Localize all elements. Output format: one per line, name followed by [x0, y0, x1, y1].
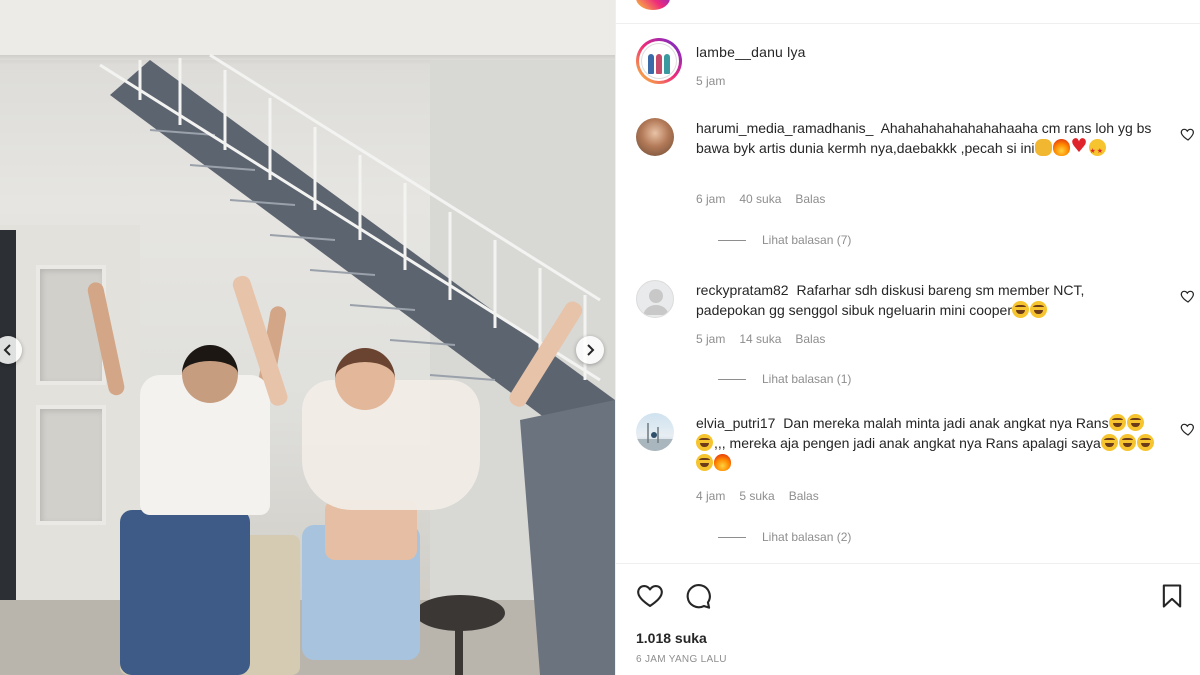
post-media[interactable] — [0, 0, 615, 675]
laughing-tears-emoji-icon — [1030, 301, 1047, 318]
comment-avatar[interactable] — [636, 413, 674, 451]
carousel-next-button[interactable] — [576, 336, 604, 364]
person-left-head — [182, 345, 238, 403]
caption-avatar[interactable] — [636, 38, 682, 84]
grinning-emoji-icon — [1136, 434, 1154, 451]
comment-meta: 4 jam 5 suka Balas — [696, 489, 819, 503]
comment-like-heart-icon[interactable] — [1180, 126, 1196, 142]
comment-item: reckypratam82 Rafarhar sdh diskusi baren… — [636, 280, 1196, 390]
post-caption: lambe__danu lya 5 jam — [636, 38, 1186, 98]
replies-divider — [718, 239, 746, 241]
caption-time: 5 jam — [696, 74, 726, 88]
stair-lower-flight — [520, 400, 615, 675]
comment-meta: 5 jam 14 suka Balas — [696, 332, 825, 346]
clapping-hands-emoji-icon — [1034, 139, 1052, 156]
comments-panel: lambe__danu lya 5 jam harumi_media_ramad… — [615, 0, 1200, 675]
reply-button[interactable]: Balas — [795, 192, 825, 206]
bookmark-icon[interactable] — [1158, 582, 1186, 610]
side-table-leg — [455, 625, 463, 675]
comment-like-count[interactable]: 5 suka — [739, 489, 774, 503]
person-right-lace-top — [302, 380, 480, 510]
comment-like-count[interactable]: 40 suka — [739, 192, 781, 206]
fire-emoji-icon — [714, 454, 731, 471]
view-replies-button[interactable]: Lihat balasan (1) — [718, 372, 851, 386]
laughing-tears-emoji-icon — [1108, 414, 1126, 431]
stair-steps — [149, 129, 496, 381]
laughing-tears-emoji-icon — [696, 434, 713, 451]
reply-button[interactable]: Balas — [789, 489, 819, 503]
comment-meta: 6 jam 40 suka Balas — [696, 192, 825, 206]
comment-bubble-icon[interactable] — [684, 582, 712, 610]
comment-text-block: elvia_putri17 Dan mereka malah minta jad… — [696, 413, 1156, 473]
default-avatar-icon — [643, 289, 669, 315]
comment-like-heart-icon[interactable] — [1180, 288, 1196, 304]
replies-divider — [718, 536, 746, 538]
red-heart-emoji-icon — [1071, 136, 1088, 156]
comment-emojis — [1034, 136, 1107, 161]
comment-time: 5 jam — [696, 332, 726, 346]
post-actions-bar: 1.018 suka 6 JAM YANG LALU — [616, 563, 1200, 675]
replies-divider — [718, 378, 746, 380]
view-replies-button[interactable]: Lihat balasan (7) — [718, 233, 851, 247]
comment-emojis — [1012, 301, 1048, 318]
view-replies-label: Lihat balasan (7) — [762, 233, 852, 247]
view-replies-label: Lihat balasan (2) — [762, 530, 852, 544]
comment-username[interactable]: elvia_putri17 — [696, 415, 775, 431]
laughing-tears-emoji-icon — [1100, 434, 1118, 451]
comment-time: 6 jam — [696, 192, 726, 206]
person-left-jeans — [120, 510, 250, 675]
comment-body-part-2: ,,, mereka aja pengen jadi anak angkat n… — [714, 435, 1101, 451]
reply-button[interactable]: Balas — [795, 332, 825, 346]
post-like-count[interactable]: 1.018 suka — [636, 630, 707, 646]
like-heart-icon[interactable] — [636, 582, 664, 610]
caption-line: lambe__danu lya — [696, 44, 806, 60]
comment-like-count[interactable]: 14 suka — [739, 332, 781, 346]
comment-username[interactable]: reckypratam82 — [696, 282, 789, 298]
laughing-tears-emoji-icon — [1126, 414, 1144, 431]
view-replies-label: Lihat balasan (1) — [762, 372, 852, 386]
comment-body-part-1: Dan mereka malah minta jadi anak angkat … — [783, 415, 1109, 431]
comment-text-block: harumi_media_ramadhanis_ Ahahahahahahaha… — [696, 118, 1156, 161]
header-avatar[interactable] — [636, 0, 670, 10]
person-right-head — [335, 348, 395, 410]
laughing-tears-emoji-icon — [1118, 434, 1136, 451]
comment-item: harumi_media_ramadhanis_ Ahahahahahahaha… — [636, 118, 1196, 248]
comment-avatar[interactable] — [636, 280, 674, 318]
avatar-photo — [636, 423, 674, 451]
caption-username[interactable]: lambe__danu — [696, 44, 783, 60]
caption-text: lya — [787, 44, 806, 60]
chevron-right-icon — [587, 344, 595, 356]
comment-time: 4 jam — [696, 489, 726, 503]
star-struck-emoji-icon — [1088, 139, 1106, 161]
comment-username[interactable]: harumi_media_ramadhanis_ — [696, 120, 873, 136]
post-header — [616, 0, 1200, 24]
view-replies-button[interactable]: Lihat balasan (2) — [718, 530, 851, 544]
post-timestamp: 6 JAM YANG LALU — [636, 654, 727, 665]
chevron-left-icon — [3, 344, 11, 356]
comment-avatar[interactable] — [636, 118, 674, 156]
comment-item: elvia_putri17 Dan mereka malah minta jad… — [636, 413, 1196, 553]
comment-like-heart-icon[interactable] — [1180, 421, 1196, 437]
grinning-emoji-icon — [696, 454, 713, 471]
laughing-tears-emoji-icon — [1012, 301, 1029, 318]
fire-emoji-icon — [1052, 139, 1070, 156]
comment-text-block: reckypratam82 Rafarhar sdh diskusi baren… — [696, 280, 1156, 320]
